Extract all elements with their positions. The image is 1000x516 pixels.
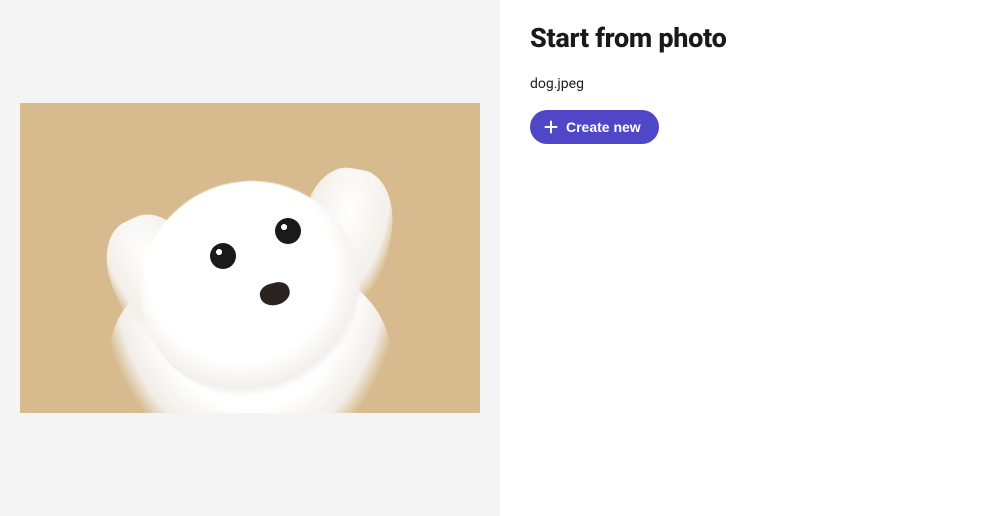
create-new-button[interactable]: Create new [530, 110, 659, 144]
filename-label: dog.jpeg [530, 76, 970, 92]
right-panel: Start from photo dog.jpeg Create new [500, 0, 1000, 516]
create-button-label: Create new [566, 119, 641, 135]
photo-preview-panel [0, 0, 500, 516]
photo-preview[interactable] [20, 103, 480, 413]
page-title: Start from photo [530, 22, 970, 54]
plus-icon [544, 120, 558, 134]
